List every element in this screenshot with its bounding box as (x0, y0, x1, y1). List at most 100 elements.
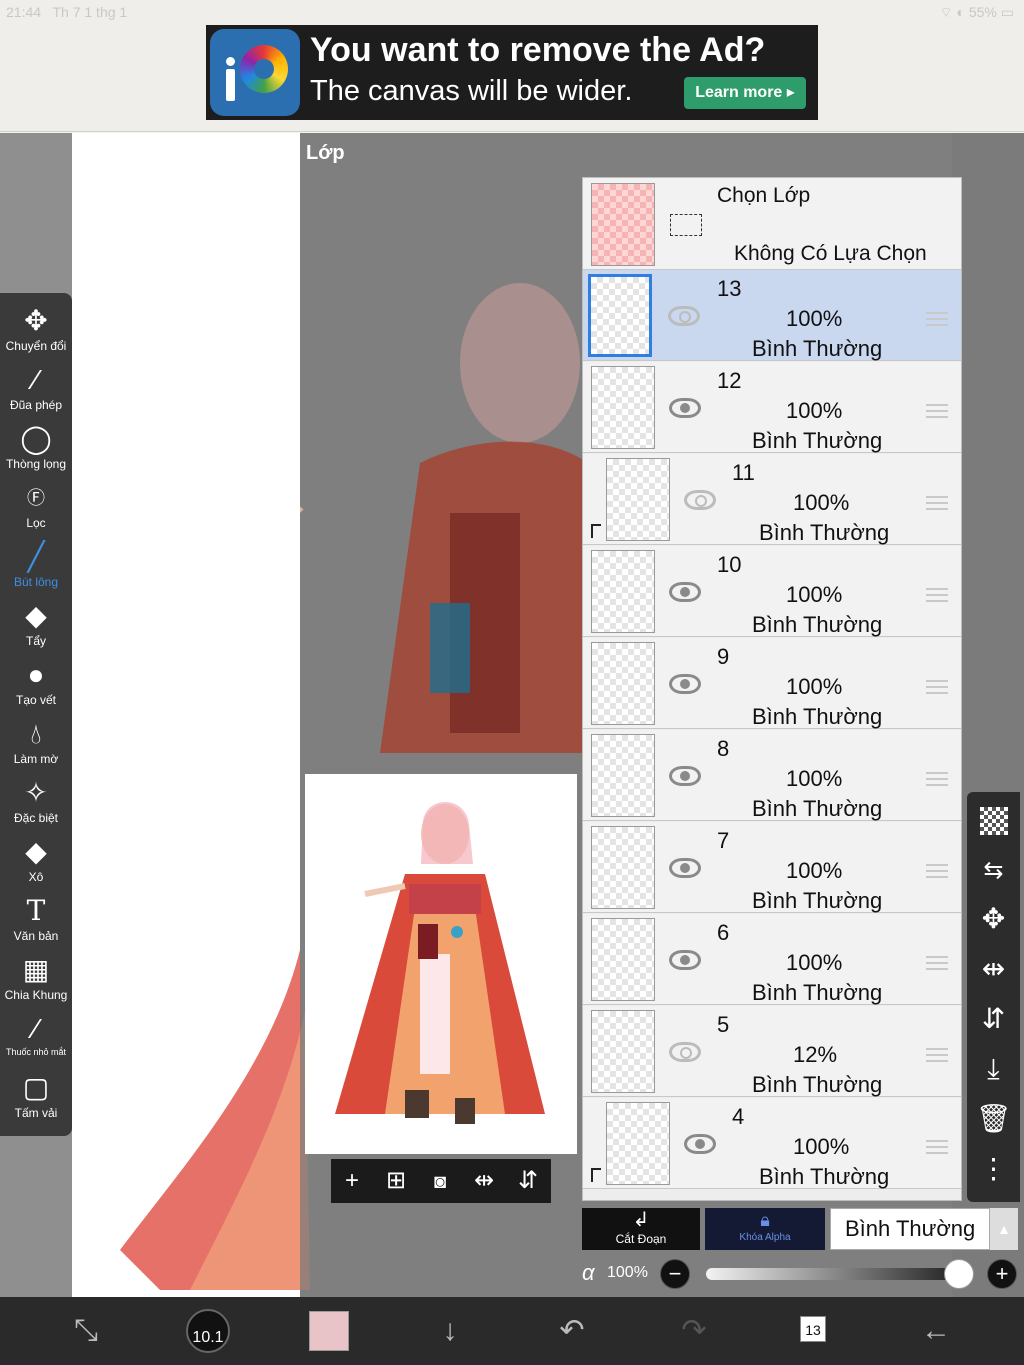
magic-wand-icon: ⁄ (33, 364, 39, 395)
layer-number: 12 (717, 368, 742, 393)
brush-size-button[interactable]: 10.1 (186, 1309, 230, 1353)
tool-filter[interactable]: Ⓕ Lọc (0, 480, 72, 539)
more-options-button[interactable]: ⋮ (967, 1144, 1020, 1194)
flip-layer-vertical-button[interactable]: ⇵ (967, 994, 1020, 1044)
drag-handle-icon[interactable] (926, 1140, 948, 1154)
move-layer-button[interactable]: ✥ (967, 894, 1020, 944)
tool-eraser[interactable]: ◆ Tẩy (0, 598, 72, 657)
tool-magic-wand[interactable]: ⁄ Đũa phép (0, 362, 72, 421)
drag-handle-icon[interactable] (926, 1048, 948, 1062)
add-layer-button[interactable]: + (337, 1165, 367, 1197)
drag-handle-icon[interactable] (926, 772, 948, 786)
drag-handle-icon[interactable] (926, 680, 948, 694)
merge-down-button[interactable]: ⤓ (967, 1044, 1020, 1094)
visibility-eye-icon[interactable] (684, 490, 716, 510)
tool-smudge[interactable]: ● Tạo vết (0, 657, 72, 716)
blend-mode-arrow-icon[interactable]: ▲ (990, 1208, 1018, 1250)
tool-eyedropper[interactable]: ⁄ Thuốc nhỏ mắt (0, 1011, 72, 1070)
drag-handle-icon[interactable] (926, 864, 948, 878)
tool-brush[interactable]: ╱ Bút lông (0, 539, 72, 598)
eyedropper-icon: ⁄ (33, 1013, 39, 1044)
import-photo-button[interactable]: ◙ (425, 1165, 455, 1197)
tool-bucket[interactable]: ◆ Xô (0, 834, 72, 893)
flip-layer-horizontal-button[interactable]: ⇹ (967, 944, 1020, 994)
tool-special[interactable]: ✧ Đặc biệt (0, 775, 72, 834)
drag-handle-icon[interactable] (926, 404, 948, 418)
scroll-down-button[interactable]: ↓ (410, 1297, 490, 1365)
tool-text[interactable]: T Văn bản (0, 893, 72, 952)
flip-horizontal-button[interactable]: ⇹ (469, 1165, 499, 1197)
status-bar: 21:44 Th 7 1 thg 1 ⌔ ◐ 55% ▭ (0, 0, 1024, 24)
layer-row-12[interactable]: 12 100% Bình Thường (583, 362, 961, 453)
visibility-eye-icon[interactable] (669, 398, 701, 418)
layer-row-10[interactable]: 10 100% Bình Thường (583, 546, 961, 637)
tool-blur[interactable]: 💧︎ Làm mờ (0, 716, 72, 775)
layer-blend-mode: Bình Thường (752, 888, 883, 913)
undo-button[interactable]: ↶ (532, 1297, 612, 1365)
ad-banner[interactable]: You want to remove the Ad? The canvas wi… (206, 25, 818, 120)
layer-options-button[interactable]: ⇆ (967, 844, 1020, 894)
merge-down-icon: ⤓ (987, 1053, 1000, 1084)
layer-thumbnail (591, 734, 655, 817)
layer-number: 11 (732, 460, 755, 485)
alpha-lock-button[interactable]: 🔒︎ Khóa Alpha (705, 1208, 825, 1250)
tool-frame-divider[interactable]: ▦ Chia Khung (0, 952, 72, 1011)
arrow-down-icon: ↓ (442, 1314, 458, 1347)
ibispaint-logo-icon (210, 29, 300, 116)
layer-row-4[interactable]: 4 100% Bình Thường (583, 1098, 961, 1189)
blend-mode-select[interactable]: Bình Thường (830, 1208, 990, 1250)
visibility-eye-icon[interactable] (669, 1042, 701, 1062)
drag-handle-icon[interactable] (926, 312, 948, 326)
opacity-slider[interactable] (706, 1268, 958, 1280)
layer-blend-mode: Bình Thường (752, 980, 883, 1005)
redo-button[interactable]: ↷ (654, 1297, 734, 1365)
drag-handle-icon[interactable] (926, 496, 948, 510)
clip-arrow-icon: ↲ (632, 1209, 650, 1231)
transparency-button[interactable] (967, 794, 1020, 844)
drag-handle-icon[interactable] (926, 956, 948, 970)
clipping-button[interactable]: ↲ Cắt Đoạn (582, 1208, 700, 1250)
flip-vertical-button[interactable]: ⇵ (513, 1165, 543, 1197)
layer-blend-mode: Bình Thường (752, 704, 883, 729)
layer-row-8[interactable]: 8 100% Bình Thường (583, 730, 961, 821)
layer-row-9[interactable]: 9 100% Bình Thường (583, 638, 961, 729)
layer-panel-title: Lớp (306, 142, 345, 164)
layer-thumbnail (606, 1102, 670, 1185)
layer-row-5[interactable]: 5 12% Bình Thường (583, 1006, 961, 1097)
opacity-increase-button[interactable]: + (987, 1259, 1017, 1289)
layer-row-13[interactable]: 13 100% Bình Thường (583, 270, 961, 361)
delete-layer-button[interactable]: 🗑︎ (967, 1094, 1020, 1144)
back-button[interactable]: ← (896, 1297, 976, 1365)
visibility-eye-icon[interactable] (669, 582, 701, 602)
layer-row-11[interactable]: 11 100% Bình Thường (583, 454, 961, 545)
layer-thumbnail (588, 274, 652, 357)
layer-opacity: 100% (786, 858, 843, 883)
visibility-eye-icon[interactable] (669, 950, 701, 970)
add-special-layer-button[interactable]: ⊞ (381, 1165, 411, 1197)
ad-learn-more-button[interactable]: Learn more ▸ (684, 77, 806, 109)
opacity-decrease-button[interactable]: − (660, 1259, 690, 1289)
color-swatch-button[interactable] (309, 1311, 349, 1351)
visibility-eye-icon[interactable] (669, 766, 701, 786)
visibility-eye-icon[interactable] (668, 306, 700, 326)
tool-transform[interactable]: ✥ Chuyển đổi (0, 303, 72, 362)
lasso-icon: ◯ (20, 423, 52, 454)
quick-transform-button[interactable]: ⤡ (46, 1297, 126, 1365)
tool-lasso[interactable]: ◯ Thòng lọng (0, 421, 72, 480)
layers-button[interactable]: 13 (800, 1316, 826, 1342)
layer-row-6[interactable]: 6 100% Bình Thường (583, 914, 961, 1005)
opacity-slider-knob[interactable] (944, 1259, 974, 1289)
layer-row-7[interactable]: 7 100% Bình Thường (583, 822, 961, 913)
layer-blend-mode: Bình Thường (752, 336, 883, 361)
layer-opacity: 100% (786, 766, 843, 791)
selection-layer-row[interactable]: Chọn Lớp Không Có Lựa Chọn (583, 178, 961, 270)
layer-number: 9 (717, 644, 730, 669)
drag-handle-icon[interactable] (926, 588, 948, 602)
visibility-eye-icon[interactable] (669, 858, 701, 878)
tool-canvas[interactable]: ▢ Tấm vải (0, 1070, 72, 1129)
visibility-eye-icon[interactable] (669, 674, 701, 694)
visibility-eye-icon[interactable] (684, 1134, 716, 1154)
clipping-arrow-icon (591, 524, 601, 538)
layer-opacity: 100% (786, 950, 843, 975)
layer-list[interactable]: Chọn Lớp Không Có Lựa Chọn 13 100% Bình … (582, 177, 962, 1201)
